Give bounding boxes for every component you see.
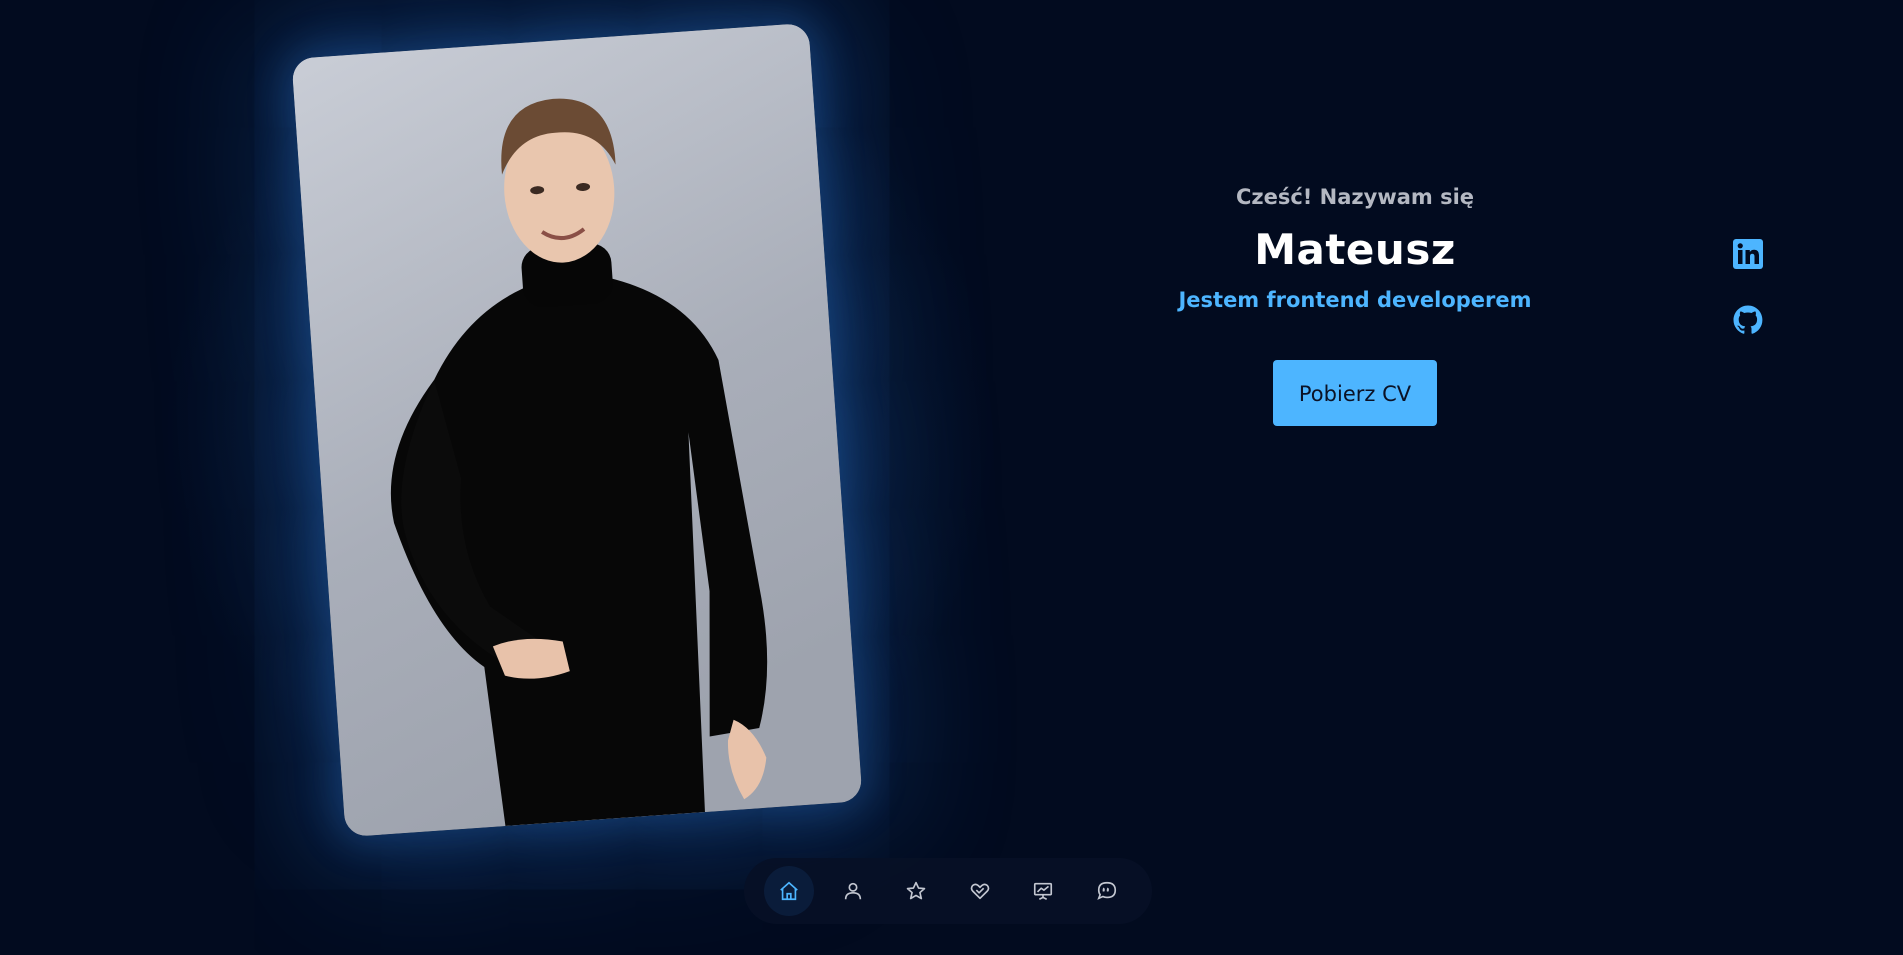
user-icon	[844, 882, 861, 900]
download-cv-button[interactable]: Pobierz CV	[1273, 360, 1437, 426]
name-heading: Mateusz	[1254, 225, 1456, 274]
github-link[interactable]	[1732, 304, 1764, 336]
linkedin-icon	[1733, 239, 1763, 269]
home-icon	[780, 881, 798, 901]
nav-portfolio[interactable]	[1018, 866, 1068, 916]
nav-contact[interactable]	[1082, 866, 1132, 916]
role-subtitle: Jestem frontend developerem	[1178, 288, 1532, 312]
presentation-icon	[1034, 882, 1053, 900]
hero-text: Cześć! Nazywam się Mateusz Jestem fronte…	[1155, 185, 1555, 426]
nav-about[interactable]	[828, 866, 878, 916]
nav-home[interactable]	[764, 866, 814, 916]
linkedin-link[interactable]	[1732, 238, 1764, 270]
profile-photo	[291, 22, 863, 838]
nav-skills[interactable]	[891, 866, 941, 916]
greeting-text: Cześć! Nazywam się	[1235, 185, 1475, 209]
heart-hand-icon	[970, 883, 990, 900]
hero-section: Cześć! Nazywam się Mateusz Jestem fronte…	[0, 0, 1903, 955]
nav-services[interactable]	[955, 866, 1005, 916]
portrait-illustration	[291, 22, 863, 838]
github-icon	[1733, 305, 1763, 334]
chat-quote-icon	[1097, 881, 1117, 900]
bottom-nav	[744, 858, 1152, 924]
social-links	[1732, 238, 1764, 370]
star-icon	[906, 881, 926, 900]
